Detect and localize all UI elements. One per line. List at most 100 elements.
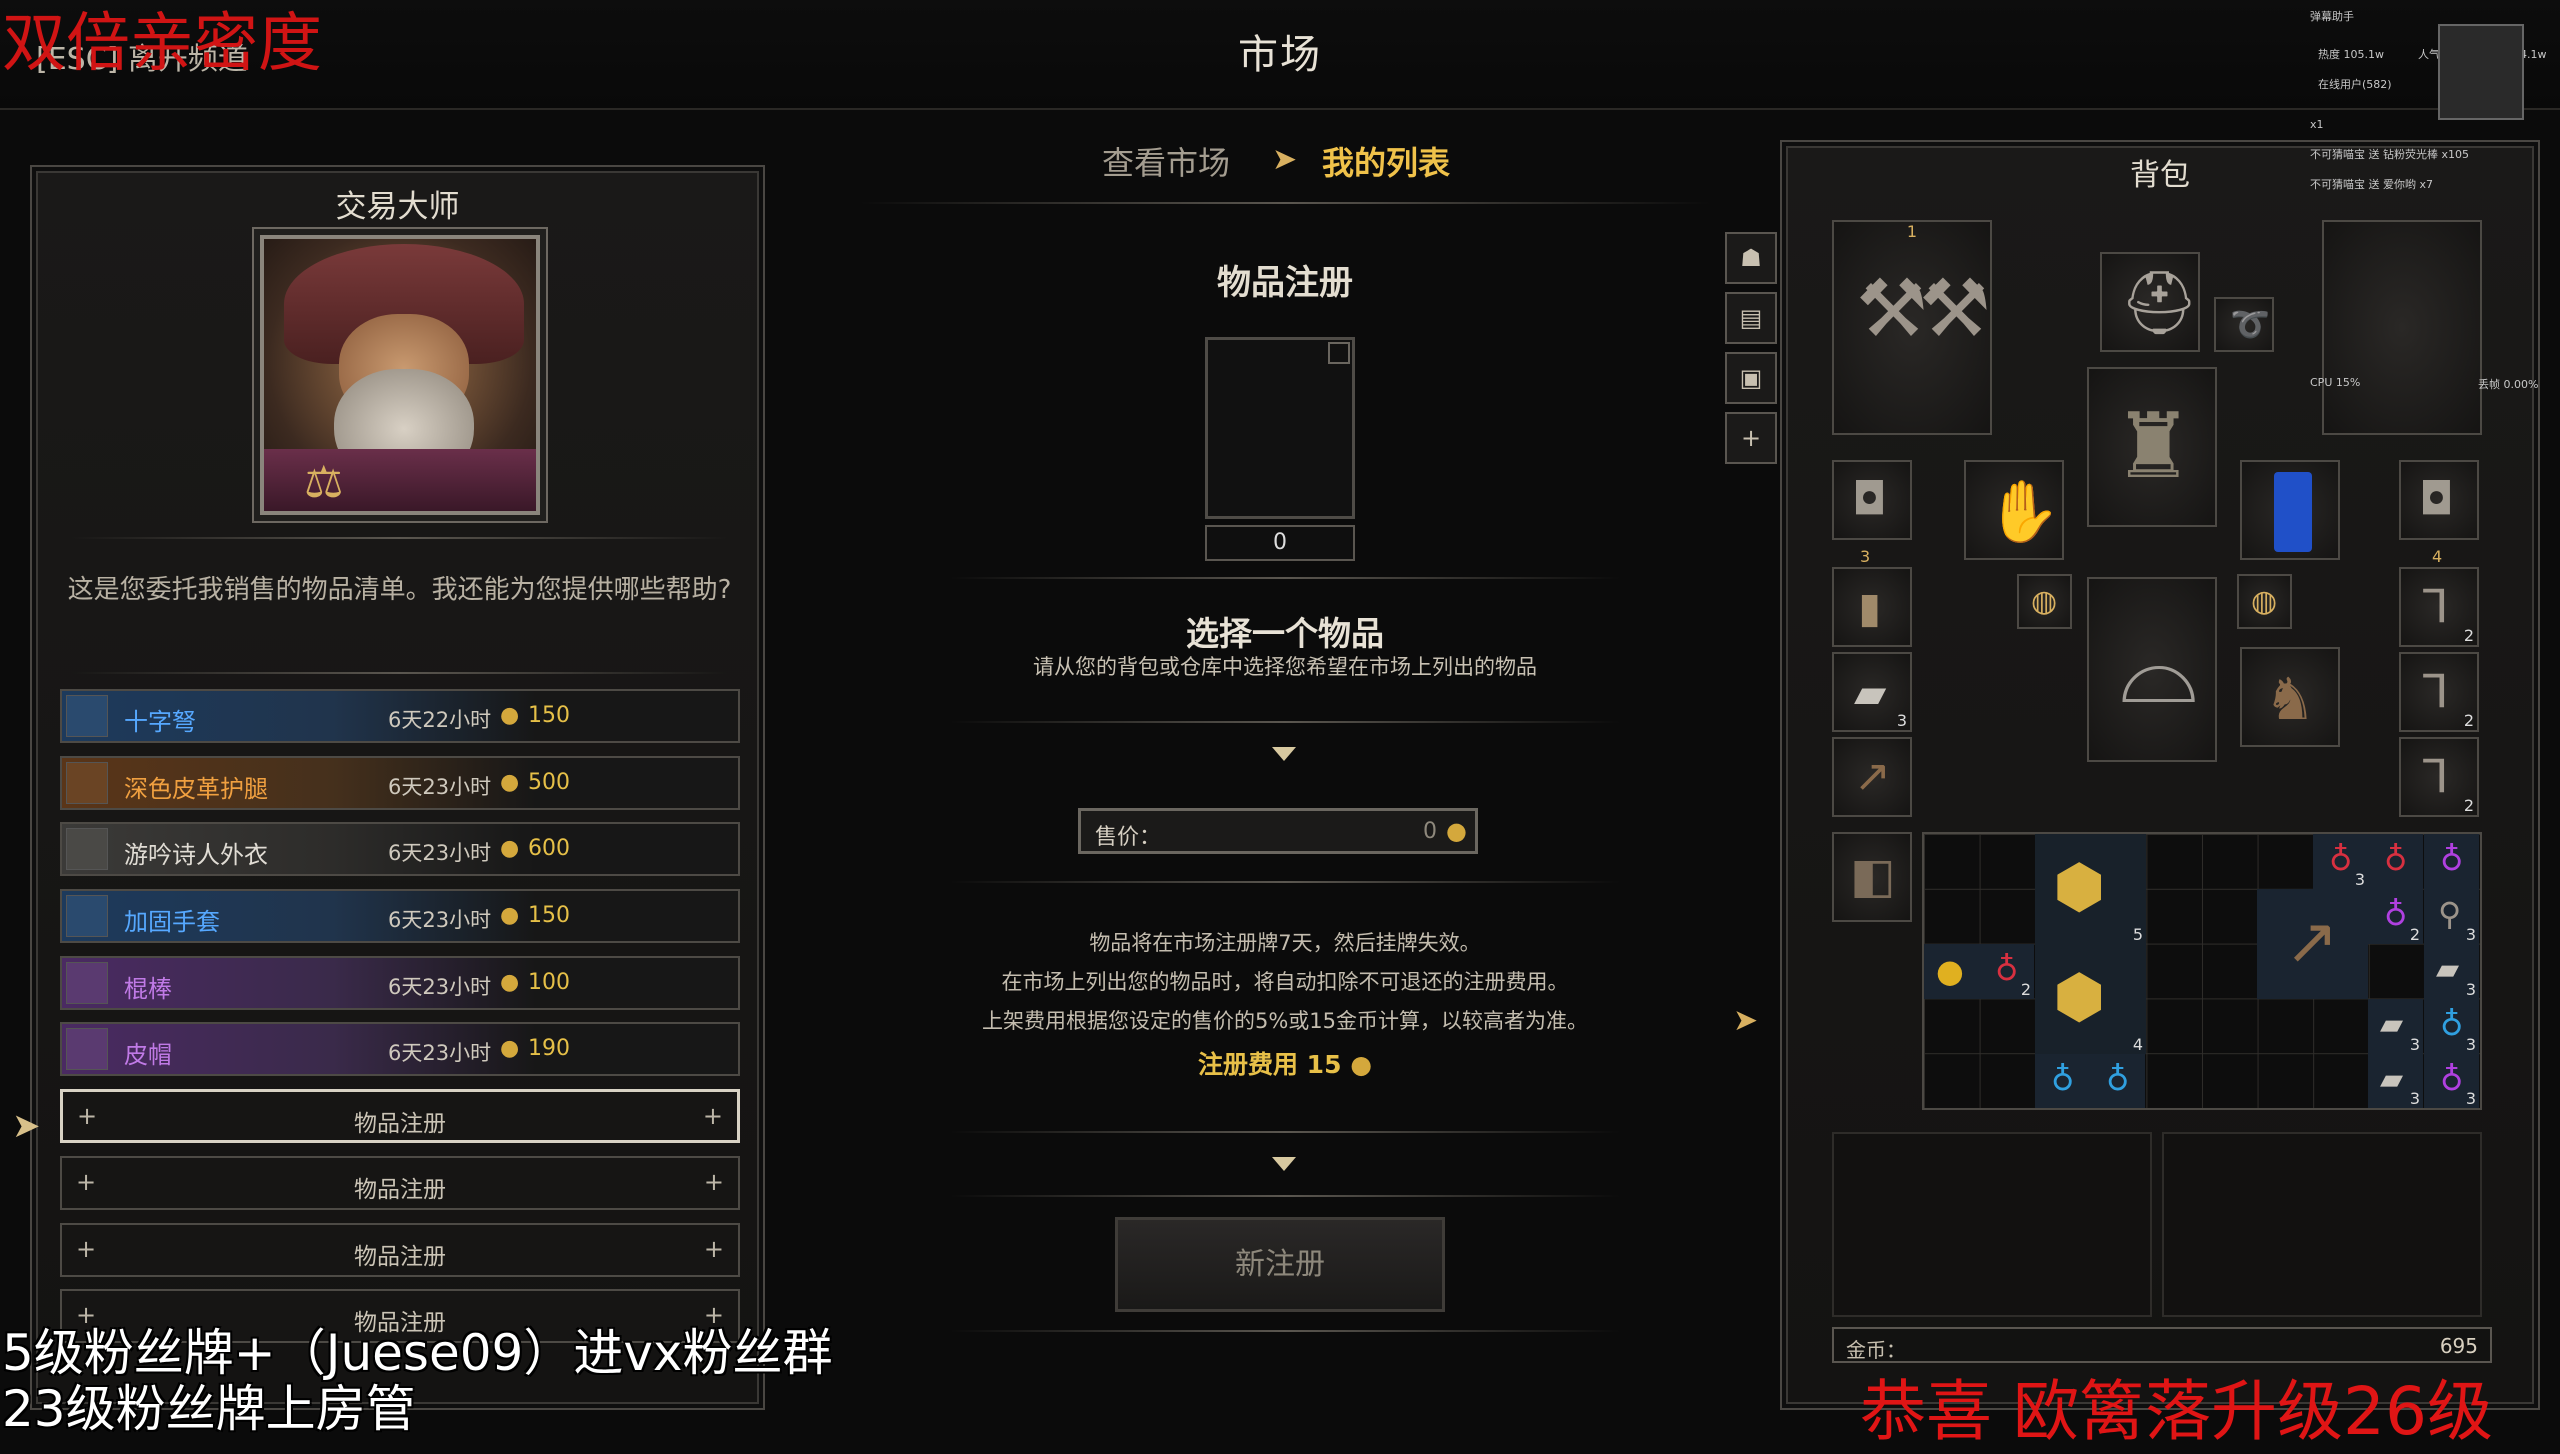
side-buttons: ☗ ▤ ▣ + [1725,232,1780,472]
gold-value: 695 [2439,1334,2478,1358]
listing-row[interactable]: 十字弩 6天22小时 ● 150 [60,689,740,743]
ring-slot[interactable]: ◍ [2017,574,2072,629]
item-drop-slot[interactable] [1205,337,1355,519]
tunic-icon [66,828,108,870]
listing-price: 190 [528,1036,570,1061]
quick-slot[interactable]: ↗ [1832,737,1912,817]
storage-area-right[interactable] [2162,1132,2482,1317]
utility-slot-right[interactable]: ◘ [2399,460,2479,540]
helmet-slot[interactable]: ⛑ [2100,252,2200,352]
inventory-item[interactable]: ⬢ 4 [2035,944,2146,1054]
watermark-line: 23级粉丝牌上房管 [2,1380,416,1438]
inventory-item[interactable]: ♁ [2424,834,2479,889]
item-quantity: 2 [2020,980,2031,999]
stash-tab-button[interactable]: ▤ [1725,292,1777,344]
leather-cap-icon [66,1028,108,1070]
helmet-icon: ⛑ [2120,266,2199,339]
listing-name: 皮帽 [124,1041,172,1069]
cloak-icon [2274,472,2312,552]
inventory-item[interactable]: ♁ 3 [2424,999,2479,1054]
new-register-button[interactable]: 新注册 [1115,1217,1445,1312]
listing-row[interactable]: 加固手套 6天23小时 ● 150 [60,889,740,943]
chest-tab-button[interactable]: ▣ [1725,352,1777,404]
listing-time: 6天23小时 [388,1041,492,1065]
inventory-item[interactable]: ♁ 3 [2424,1054,2479,1108]
legs-slot[interactable]: ⌓ [2087,577,2217,762]
quick-slot[interactable]: ꓶ2 [2399,652,2479,732]
divider [72,537,727,539]
inventory-item[interactable]: ♁ 2 [1979,944,2034,999]
divider [950,721,1620,723]
divider [950,881,1620,883]
cloak-slot[interactable] [2240,460,2340,560]
ring-slot[interactable]: ◍ [2237,574,2292,629]
axe-icon: ⚒ [1919,262,1991,355]
divider [950,1131,1620,1133]
bag-slot[interactable]: ◧ [1832,832,1912,922]
boots-icon: ♞ [2264,665,2316,733]
inventory-item[interactable]: ▰ 3 [2368,1054,2423,1108]
item-quantity: 3 [2409,1035,2420,1054]
listing-row[interactable]: 游吟诗人外衣 6天23小时 ● 600 [60,822,740,876]
quick-slot[interactable]: ꓶ2 [2399,567,2479,647]
overlay-text: 丢帧 0.00% [2478,378,2539,391]
backpack-icon: ◧ [1850,848,1896,904]
inventory-item[interactable]: ♁ [2035,1054,2090,1108]
storage-area-left[interactable] [1832,1132,2152,1317]
item-quantity: 3 [2409,1089,2420,1108]
item-quantity: 3 [2465,980,2476,999]
listing-row[interactable]: 皮帽 6天23小时 ● 190 [60,1022,740,1076]
item-quantity: 3 [2465,1089,2476,1108]
fan-group-watermark: 5级粉丝牌+（Juese09）进vx粉丝群 23级粉丝牌上房管 [2,1325,833,1437]
inventory-item[interactable]: ⬢ 5 [2035,834,2146,944]
register-slot-button[interactable]: + 物品注册 + [60,1156,740,1210]
equipment-tab-button[interactable]: ☗ [1725,232,1777,284]
listing-row[interactable]: 深色皮革护腿 6天23小时 ● 500 [60,756,740,810]
overlay-text: 不可猜喵宝 送 爱你哟 x7 [2310,178,2433,191]
register-slot-button[interactable]: + 物品注册 + [60,1089,740,1143]
inventory-item[interactable]: ▰ 3 [2424,944,2479,999]
arrows-icon: ↗ [1854,751,1891,802]
purple-potion-icon: ♁ [2440,1060,2464,1098]
listing-time: 6天23小时 [388,841,492,865]
utility-slot-left[interactable]: ◘ [1832,460,1912,540]
inventory-item[interactable]: ♁ 2 [2368,889,2423,944]
tab-my-listings[interactable]: 我的列表 [1322,138,1450,184]
inventory-item[interactable]: ▰ 3 [2368,999,2423,1054]
register-panel: 物品注册 0 选择一个物品 请从您的背包或仓库中选择您希望在市场上列出的物品 售… [860,205,1710,1385]
listing-price: 150 [528,703,570,728]
listing-time: 6天23小时 [388,975,492,999]
quick-slot[interactable]: ▰ 3 [1832,652,1912,732]
quick-slot[interactable]: ▮ [1832,567,1912,647]
boots-slot[interactable]: ♞ [2240,647,2340,747]
blue-potion-icon: ♁ [2051,1060,2075,1098]
inventory-item[interactable]: ♁ 3 [2313,834,2368,889]
price-field[interactable]: 售价： 0 ● [1078,808,1478,854]
listing-name: 加固手套 [124,908,220,936]
item-quantity: 3 [1896,711,1907,730]
inventory-item[interactable]: ⚲ 3 [2424,889,2479,944]
inventory-item[interactable]: ↗ [2257,889,2368,999]
inventory-grid[interactable]: ⬢ 5 ⬢ 4 ● ♁ 2 ♁ 3 ♁ ♁ ↗ ♁ 2 ⚲ 3 ▰ 3 ▰ 3 ♁ 3 ▰ 3 ♁ 3… [1922,832,2482,1110]
tab-view-market[interactable]: 查看市场 [1102,138,1230,184]
register-slot-button[interactable]: + 物品注册 + [60,1223,740,1277]
listing-row[interactable]: 棍棒 6天23小时 ● 100 [60,956,740,1010]
add-tab-button[interactable]: + [1725,412,1777,464]
necklace-slot[interactable]: ➰ [2214,297,2274,352]
gloves-slot[interactable]: ✋ [1964,460,2064,560]
weapon-slot[interactable]: 1 ⚒ ⚒ [1832,220,1992,435]
stream-overlay: 弹幕助手 热度 105.1w 人气751 关注4.1w 在线用户(582) x1… [2300,0,2560,400]
streamer-avatar [2438,24,2524,120]
inventory-item[interactable]: ● [1924,944,1979,999]
coin-icon: ● [500,770,520,795]
listing-price: 100 [528,970,570,995]
item-quantity: 2 [2463,711,2474,730]
registration-fee-text: 注册费用 15 [1197,1050,1342,1079]
quick-slot[interactable]: ꓶ2 [2399,737,2479,817]
inventory-item[interactable]: ♁ [2368,834,2423,889]
ring-icon: ◍ [2031,584,2058,619]
inventory-item[interactable]: ♁ [2090,1054,2145,1108]
price-input[interactable]: 0 [1423,819,1437,844]
coin-icon: ● [500,903,520,928]
chest-slot[interactable]: ♜ [2087,367,2217,527]
